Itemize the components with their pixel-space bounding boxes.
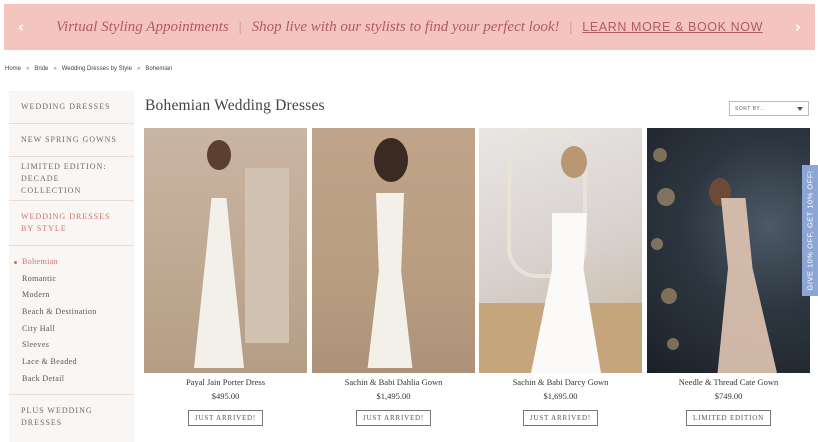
breadcrumb-home[interactable]: Home xyxy=(5,66,21,72)
sidebar-item-limited-edition[interactable]: LIMITED EDITION: DECADE COLLECTION xyxy=(9,157,134,201)
breadcrumb-bride[interactable]: Bride xyxy=(34,66,48,72)
promo-banner: ‹ Virtual Styling Appointments | Shop live… xyxy=(4,4,815,50)
product-card: Payal Jain Porter Dress $495.00 JUST ARR… xyxy=(144,128,307,426)
product-badge: JUST ARRIVED! xyxy=(355,410,432,426)
product-grid: Payal Jain Porter Dress $495.00 JUST ARR… xyxy=(144,128,810,428)
breadcrumb-bohemian[interactable]: Bohemian xyxy=(145,66,172,72)
chevron-down-icon xyxy=(797,106,803,111)
sidebar-item-plus-wedding-dresses[interactable]: PLUS WEDDING DRESSES xyxy=(9,395,134,439)
banner-separator: | xyxy=(238,19,242,35)
sidebar-subitem-back-detail[interactable]: Back Detail xyxy=(9,371,134,388)
banner-text-secondary: Shop live with our stylists to find your… xyxy=(251,18,560,35)
sidebar-item-wedding-dresses[interactable]: WEDDING DRESSES xyxy=(9,91,134,124)
breadcrumb-separator: » xyxy=(26,66,30,72)
sidebar-subitem-sleeves[interactable]: Sleeves xyxy=(9,337,134,354)
product-price: $495.00 xyxy=(211,391,240,401)
banner-text: Virtual Styling Appointments xyxy=(56,18,229,35)
sidebar-subitem-lace-beaded[interactable]: Lace & Beaded xyxy=(9,354,134,371)
product-image[interactable] xyxy=(647,128,810,373)
product-price: $1,695.00 xyxy=(543,391,578,401)
referral-side-tab[interactable]: GIVE 10% OFF, GET 10% OFF! xyxy=(802,165,818,296)
page-title: Bohemian Wedding Dresses xyxy=(145,97,325,114)
breadcrumb-separator: » xyxy=(53,66,57,72)
product-card: Sachin & Babi Darcy Gown $1,695.00 JUST … xyxy=(479,128,642,426)
banner-separator: | xyxy=(569,19,573,35)
sidebar-subitem-romantic[interactable]: Romantic xyxy=(9,271,134,288)
sidebar-subitem-city-hall[interactable]: City Hall xyxy=(9,321,134,338)
referral-tab-text: GIVE 10% OFF, GET 10% OFF! xyxy=(805,170,815,291)
product-image[interactable] xyxy=(312,128,475,373)
product-price: $1,495.00 xyxy=(376,391,411,401)
banner-message: Virtual Styling Appointments | Shop live w… xyxy=(56,19,763,36)
sidebar-style-list: Bohemian Romantic Modern Beach & Destina… xyxy=(9,246,134,395)
sidebar-subitem-bohemian[interactable]: Bohemian xyxy=(9,254,134,271)
product-price: $749.00 xyxy=(714,391,743,401)
product-image[interactable] xyxy=(144,128,307,373)
product-card: Sachin & Babi Dahlia Gown $1,495.00 JUST… xyxy=(312,128,475,426)
category-sidebar: WEDDING DRESSES NEW SPRING GOWNS LIMITED… xyxy=(9,91,134,442)
sidebar-subitem-beach-destination[interactable]: Beach & Destination xyxy=(9,304,134,321)
product-name[interactable]: Sachin & Babi Darcy Gown xyxy=(479,377,642,387)
product-badge: LIMITED EDITION xyxy=(686,410,771,426)
product-badge: JUST ARRIVED! xyxy=(187,410,264,426)
product-name[interactable]: Sachin & Babi Dahlia Gown xyxy=(312,377,475,387)
breadcrumb-wedding-dresses-by-style[interactable]: Wedding Dresses by Style xyxy=(62,66,132,72)
sort-dropdown-label: SORT BY... xyxy=(735,105,766,112)
banner-next-arrow-icon[interactable]: › xyxy=(785,4,811,50)
breadcrumb: Home » Bride » Wedding Dresses by Style … xyxy=(5,66,172,72)
breadcrumb-separator: » xyxy=(136,66,141,72)
product-card: Needle & Thread Cate Gown $749.00 LIMITE… xyxy=(647,128,810,426)
product-badge: JUST ARRIVED! xyxy=(522,410,599,426)
sidebar-item-new-spring-gowns[interactable]: NEW SPRING GOWNS xyxy=(9,124,134,157)
banner-prev-arrow-icon[interactable]: ‹ xyxy=(8,4,34,50)
sort-dropdown[interactable]: SORT BY... xyxy=(729,101,809,116)
sidebar-item-wedding-dresses-by-style[interactable]: WEDDING DRESSES BY STYLE xyxy=(9,201,134,246)
product-name[interactable]: Payal Jain Porter Dress xyxy=(144,377,307,387)
banner-learn-more-link[interactable]: LEARN MORE & BOOK NOW xyxy=(582,20,763,34)
sidebar-subitem-modern[interactable]: Modern xyxy=(9,287,134,304)
product-image[interactable] xyxy=(479,128,642,373)
product-name[interactable]: Needle & Thread Cate Gown xyxy=(647,377,810,387)
